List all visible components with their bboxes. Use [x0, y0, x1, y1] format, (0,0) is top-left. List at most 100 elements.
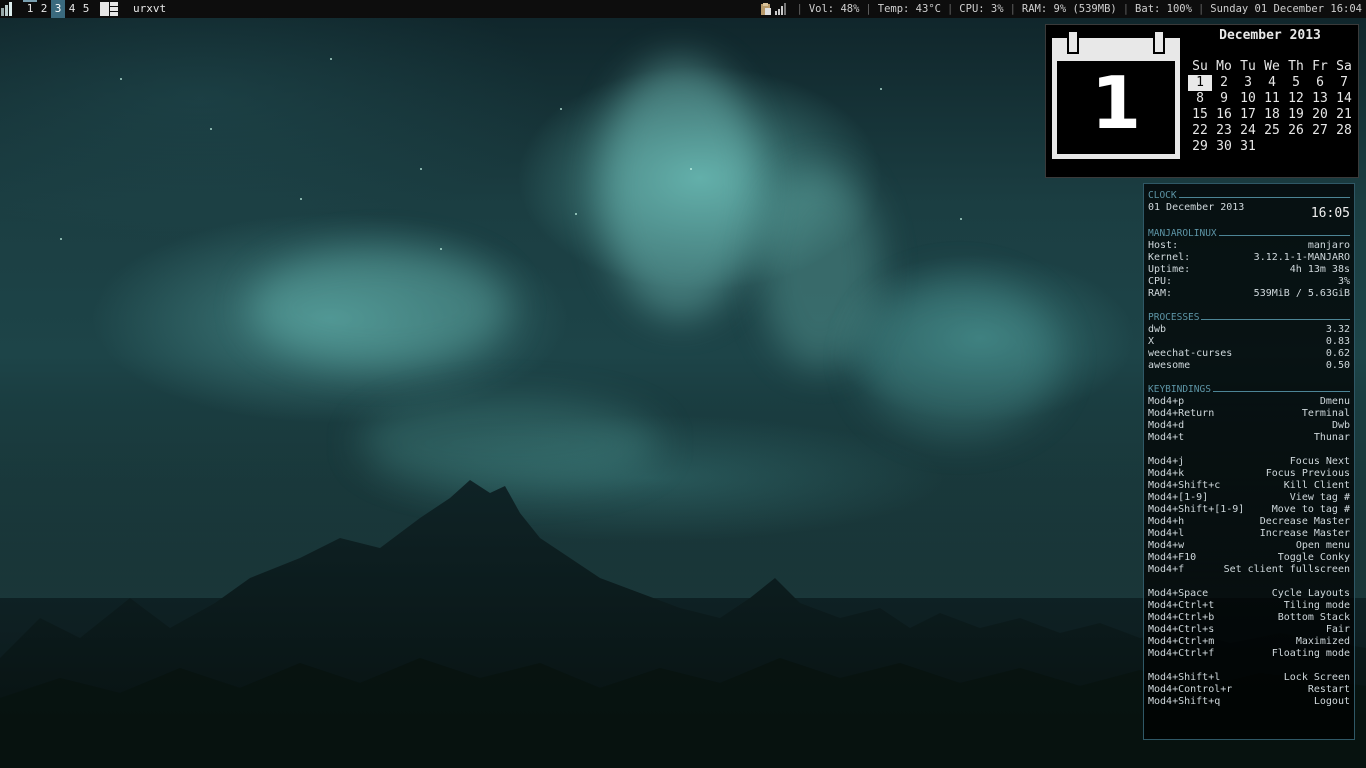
calendar-day: 13	[1312, 91, 1328, 106]
process-row: weechat-curses 0.62	[1148, 348, 1350, 360]
calendar-day: 8	[1196, 91, 1204, 106]
info-row: Uptime: 4h 13m 38s	[1148, 264, 1350, 276]
section-title: PROCESSES	[1148, 312, 1200, 323]
keybinding-row: Mod4+j Focus Next	[1148, 456, 1350, 468]
keybinding-key: Mod4+h	[1148, 516, 1185, 527]
keybinding-row: Mod4+k Focus Previous	[1148, 468, 1350, 480]
calendar-day: 17	[1240, 107, 1256, 122]
info-row: CPU: 3%	[1148, 276, 1350, 288]
info-key: Kernel:	[1148, 252, 1191, 263]
keybinding-action: Maximized	[1295, 636, 1350, 647]
keybinding-key: Mod4+F10	[1148, 552, 1197, 563]
process-row: X 0.83	[1148, 336, 1350, 348]
section-rule	[1178, 196, 1350, 198]
keybinding-key: Mod4+Shift+[1-9]	[1148, 504, 1245, 515]
calendar-day	[1260, 139, 1284, 155]
info-value: manjaro	[1307, 240, 1350, 251]
signal-bars-icon[interactable]	[774, 3, 787, 15]
calendar-day	[1332, 139, 1356, 155]
info-value: 539MiB / 5.63GiB	[1253, 288, 1350, 299]
keybinding-row: Mod4+Shift+c Kill Client	[1148, 480, 1350, 492]
clock-time: 16:05	[1310, 206, 1350, 221]
calendar-week-row: 8 9 10 11 12 13 14	[1188, 91, 1356, 107]
process-cpu: 0.83	[1325, 336, 1350, 347]
section-rule	[1201, 318, 1350, 320]
keybinding-key: Mod4+Ctrl+f	[1148, 648, 1215, 659]
tag-3[interactable]: 3	[51, 0, 65, 18]
keybinding-row: Mod4+Space Cycle Layouts	[1148, 588, 1350, 600]
clock-section: CLOCK 01 December 2013 16:05	[1148, 190, 1350, 222]
keybinding-action: Thunar	[1313, 432, 1350, 443]
clipboard-icon[interactable]	[760, 3, 771, 15]
keybinding-action: Logout	[1313, 696, 1350, 707]
tag-4[interactable]: 4	[65, 0, 79, 18]
process-name: weechat-curses	[1148, 348, 1233, 359]
calendar-widget: 1 December 2013 Su Mo Tu We Th Fr Sa 1 2…	[1045, 24, 1359, 178]
separator: |	[1009, 3, 1016, 15]
processes-section: PROCESSES dwb 3.32 X 0.83 weechat-curses 0.…	[1148, 312, 1350, 372]
calendar-day: 9	[1220, 91, 1228, 106]
calendar-day: 10	[1240, 91, 1256, 106]
section-header: KEYBINDINGS	[1148, 384, 1350, 396]
clock-row: 01 December 2013 16:05	[1148, 202, 1350, 222]
calendar-weekday: Fr	[1312, 59, 1328, 74]
keybinding-row: Mod4+[1-9] View tag #	[1148, 492, 1350, 504]
process-cpu: 0.50	[1325, 360, 1350, 371]
keybinding-action: Bottom Stack	[1277, 612, 1350, 623]
keybinding-action: Move to tag #	[1271, 504, 1350, 515]
tag-5[interactable]: 5	[79, 0, 93, 18]
info-value: 3.12.1-1-MANJARO	[1253, 252, 1350, 263]
keybinding-row: Mod4+t Thunar	[1148, 432, 1350, 444]
calendar-day: 7	[1340, 75, 1348, 90]
process-name: X	[1148, 336, 1155, 347]
info-key: RAM:	[1148, 288, 1173, 299]
keybinding-key: Mod4+p	[1148, 396, 1185, 407]
focused-window-title[interactable]: urxvt	[133, 0, 166, 18]
keybinding-row: Mod4+Ctrl+f Floating mode	[1148, 648, 1350, 660]
tag-1[interactable]: 1	[23, 0, 37, 18]
separator: |	[1197, 3, 1205, 15]
keybinding-key: Mod4+Ctrl+m	[1148, 636, 1215, 647]
section-header: PROCESSES	[1148, 312, 1350, 324]
keybinding-action: Cycle Layouts	[1271, 588, 1350, 599]
keybinding-key: Mod4+[1-9]	[1148, 492, 1209, 503]
tag-2[interactable]: 2	[37, 0, 51, 18]
datetime-status[interactable]: Sunday 01 December 16:04	[1210, 0, 1362, 18]
keybinding-action: Focus Next	[1289, 456, 1350, 467]
calendar-week-row: 15 16 17 18 19 20 21	[1188, 107, 1356, 123]
tiling-layout-icon[interactable]	[100, 2, 118, 16]
keybinding-key: Mod4+d	[1148, 420, 1185, 431]
section-header: MANJAROLINUX	[1148, 228, 1350, 240]
calendar-month-title: December 2013	[1219, 28, 1321, 43]
separator: |	[946, 3, 954, 15]
keybinding-key: Mod4+w	[1148, 540, 1185, 551]
keybinding-key: Mod4+Ctrl+t	[1148, 600, 1215, 611]
battery-status: Bat: 100%	[1135, 3, 1192, 15]
clock-date: 01 December 2013	[1148, 202, 1245, 213]
keybinding-key: Mod4+Shift+l	[1148, 672, 1221, 683]
keybinding-row: Mod4+Shift+l Lock Screen	[1148, 672, 1350, 684]
calendar-day: 11	[1264, 91, 1280, 106]
volume-status[interactable]: Vol: 48%	[809, 0, 860, 18]
keybinding-action: View tag #	[1289, 492, 1350, 503]
keybinding-action: Restart	[1307, 684, 1350, 695]
keybinding-row: Mod4+Shift+[1-9] Move to tag #	[1148, 504, 1350, 516]
keybinding-action: Toggle Conky	[1277, 552, 1350, 563]
calendar-day: 23	[1216, 123, 1232, 138]
keybinding-key: Mod4+t	[1148, 432, 1185, 443]
calendar-week-row: 22 23 24 25 26 27 28	[1188, 123, 1356, 139]
calendar-weekday-row: Su Mo Tu We Th Fr Sa	[1188, 59, 1356, 75]
separator: |	[796, 3, 803, 15]
ram-status: RAM: 9% (539MB)	[1021, 3, 1117, 15]
section-rule	[1212, 390, 1350, 392]
keybinding-key: Mod4+Return	[1148, 408, 1215, 419]
keybinding-action: Decrease Master	[1259, 516, 1350, 527]
info-row: RAM: 539MiB / 5.63GiB	[1148, 288, 1350, 300]
layout-tile-icon[interactable]	[1, 2, 15, 16]
calendar-day-number: 1	[1090, 61, 1142, 145]
keybinding-row: Mod4+Ctrl+t Tiling mode	[1148, 600, 1350, 612]
calendar-day: 26	[1288, 123, 1304, 138]
keybinding-action: Dwb	[1331, 420, 1350, 431]
process-name: awesome	[1148, 360, 1191, 371]
keybinding-row: Mod4+Ctrl+s Fair	[1148, 624, 1350, 636]
